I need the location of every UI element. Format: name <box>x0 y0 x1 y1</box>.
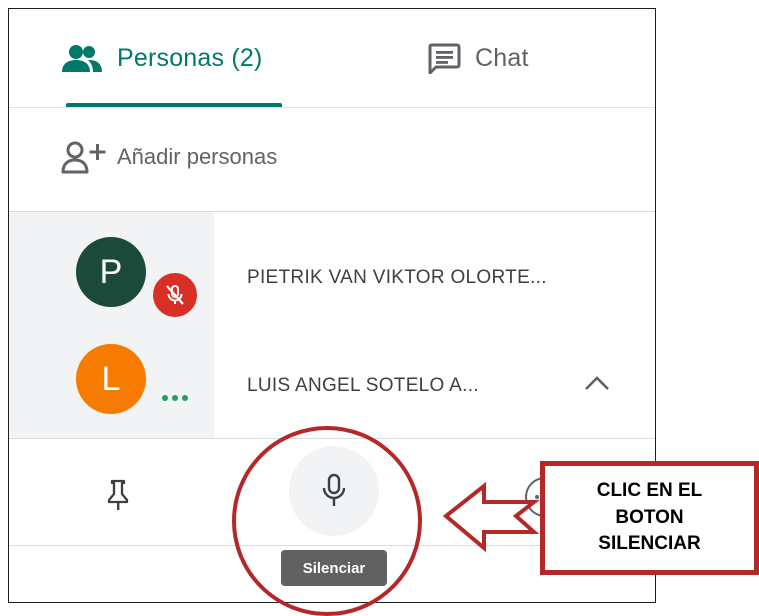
participant-name: LUIS ANGEL SOTELO A... <box>247 375 479 396</box>
callout-line-3: SILENCIAR <box>598 533 701 555</box>
highlight-circle <box>232 426 422 616</box>
tabs-divider <box>9 107 655 108</box>
participant-name: PIETRIK VAN VIKTOR OLORTE... <box>247 267 547 288</box>
speaking-indicator <box>162 395 188 401</box>
people-icon <box>62 45 102 72</box>
callout-line-1: CLIC EN EL <box>596 480 703 502</box>
instruction-callout: CLIC EN EL BOTON SILENCIAR <box>540 461 759 575</box>
add-person-icon <box>61 141 106 174</box>
tab-chat[interactable]: Chat <box>427 9 529 107</box>
chat-icon <box>428 43 461 74</box>
pointer-arrow-icon <box>442 481 540 553</box>
tab-chat-label: Chat <box>475 43 529 72</box>
panel-tabs: Personas (2) Chat <box>9 9 655 107</box>
pin-icon[interactable] <box>107 479 129 511</box>
avatar: P <box>76 237 146 307</box>
avatar: L <box>76 344 146 414</box>
add-people-label: Añadir personas <box>117 144 278 169</box>
callout-line-2: BOTON <box>615 506 684 528</box>
chevron-up-icon[interactable] <box>584 374 610 392</box>
mic-off-icon <box>166 285 184 305</box>
muted-badge <box>151 271 199 319</box>
add-people-button[interactable]: Añadir personas <box>61 135 277 179</box>
tab-people[interactable]: Personas (2) <box>61 9 263 107</box>
tab-people-label: Personas (2) <box>117 43 263 72</box>
